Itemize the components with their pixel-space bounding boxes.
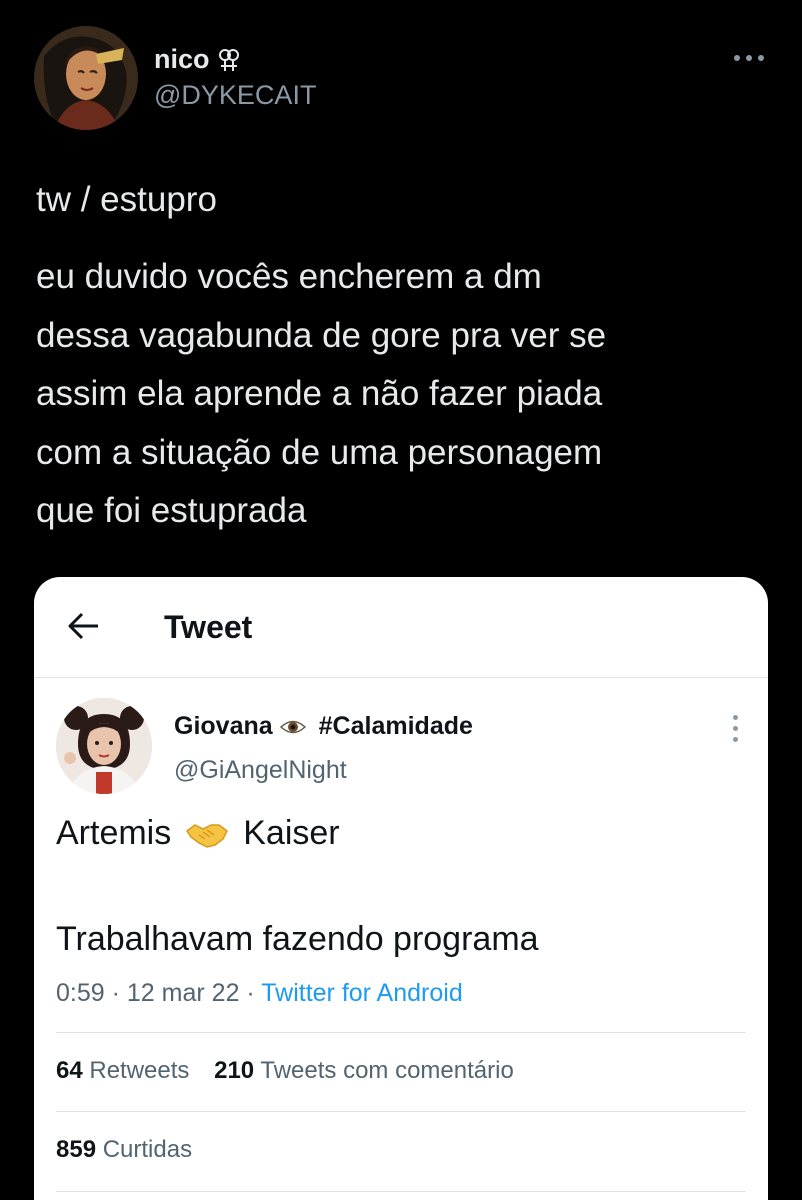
tweet-source-link[interactable]: Twitter for Android bbox=[261, 979, 462, 1007]
tweet-body-line: dessa vagabunda de gore pra ver se bbox=[36, 315, 607, 355]
stats-row-likes: 859 Curtidas bbox=[56, 1136, 210, 1164]
retweets-stat[interactable]: 64 Retweets bbox=[56, 1057, 189, 1085]
divider bbox=[56, 1191, 746, 1192]
embedded-header: Tweet bbox=[34, 577, 768, 678]
tweet-body-line: com a situação de uma personagem bbox=[36, 432, 603, 472]
embedded-tweet-word-right: Kaiser bbox=[243, 814, 340, 852]
embedded-tweet-line: Trabalhavam fazendo programa bbox=[56, 920, 539, 958]
quote-tweets-count: 210 bbox=[214, 1057, 255, 1084]
author-name[interactable]: nico bbox=[154, 44, 240, 75]
lesbian-symbol-icon bbox=[218, 48, 239, 71]
embedded-tweet-screenshot[interactable]: Tweet Giovana #Calamidade @GiAngelNight … bbox=[34, 577, 768, 1200]
meta-separator: · bbox=[111, 979, 120, 1007]
meta-separator: · bbox=[246, 979, 255, 1007]
tweet: nico @DYKECAIT tw / estupro eu duvido vo… bbox=[0, 0, 802, 1200]
embedded-author-name[interactable]: Giovana #Calamidade bbox=[174, 712, 473, 741]
divider bbox=[56, 1111, 746, 1112]
embedded-tweet-line: Artemis Kaiser bbox=[56, 814, 340, 853]
quote-tweets-label: Tweets com comentário bbox=[260, 1057, 514, 1084]
author-avatar[interactable] bbox=[34, 26, 138, 130]
retweets-label: Retweets bbox=[89, 1057, 190, 1084]
back-arrow-icon[interactable] bbox=[66, 611, 100, 641]
tweet-body: eu duvido vocês encherem a dm dessa vaga… bbox=[36, 248, 776, 541]
tweet-date[interactable]: 12 mar 22 bbox=[127, 979, 240, 1007]
quote-tweets-stat[interactable]: 210 Tweets com comentário bbox=[214, 1057, 514, 1085]
embedded-author-handle[interactable]: @GiAngelNight bbox=[174, 756, 347, 785]
handshake-emoji bbox=[186, 823, 229, 848]
embedded-header-title: Tweet bbox=[164, 609, 253, 645]
embedded-tweet-meta: 0:59 · 12 mar 22 · Twitter for Android bbox=[56, 979, 463, 1008]
likes-count: 859 bbox=[56, 1136, 97, 1163]
author-name-text: nico bbox=[154, 44, 210, 74]
retweets-count: 64 bbox=[56, 1057, 83, 1084]
divider bbox=[56, 1032, 746, 1033]
more-vertical-icon[interactable] bbox=[730, 715, 740, 749]
tweet-body-line: eu duvido vocês encherem a dm bbox=[36, 257, 542, 296]
more-horizontal-icon[interactable] bbox=[732, 44, 766, 64]
embedded-author-name-text: Giovana bbox=[174, 712, 273, 740]
embedded-author-avatar[interactable] bbox=[56, 698, 152, 794]
tweet-body-line: assim ela aprende a não fazer piada bbox=[36, 374, 603, 413]
trigger-warning-text: tw / estupro bbox=[36, 180, 217, 219]
likes-stat[interactable]: 859 Curtidas bbox=[56, 1136, 192, 1164]
likes-label: Curtidas bbox=[102, 1136, 193, 1163]
stats-row-retweets: 64 Retweets 210 Tweets com comentário bbox=[56, 1057, 532, 1085]
embedded-tweet-word-left: Artemis bbox=[56, 814, 172, 852]
tweet-body-line: que foi estuprada bbox=[36, 491, 307, 530]
tweet-time[interactable]: 0:59 bbox=[56, 979, 105, 1007]
author-handle[interactable]: @DYKECAIT bbox=[154, 80, 316, 111]
eye-icon bbox=[279, 720, 306, 733]
embedded-author-tag: #Calamidade bbox=[318, 712, 473, 740]
